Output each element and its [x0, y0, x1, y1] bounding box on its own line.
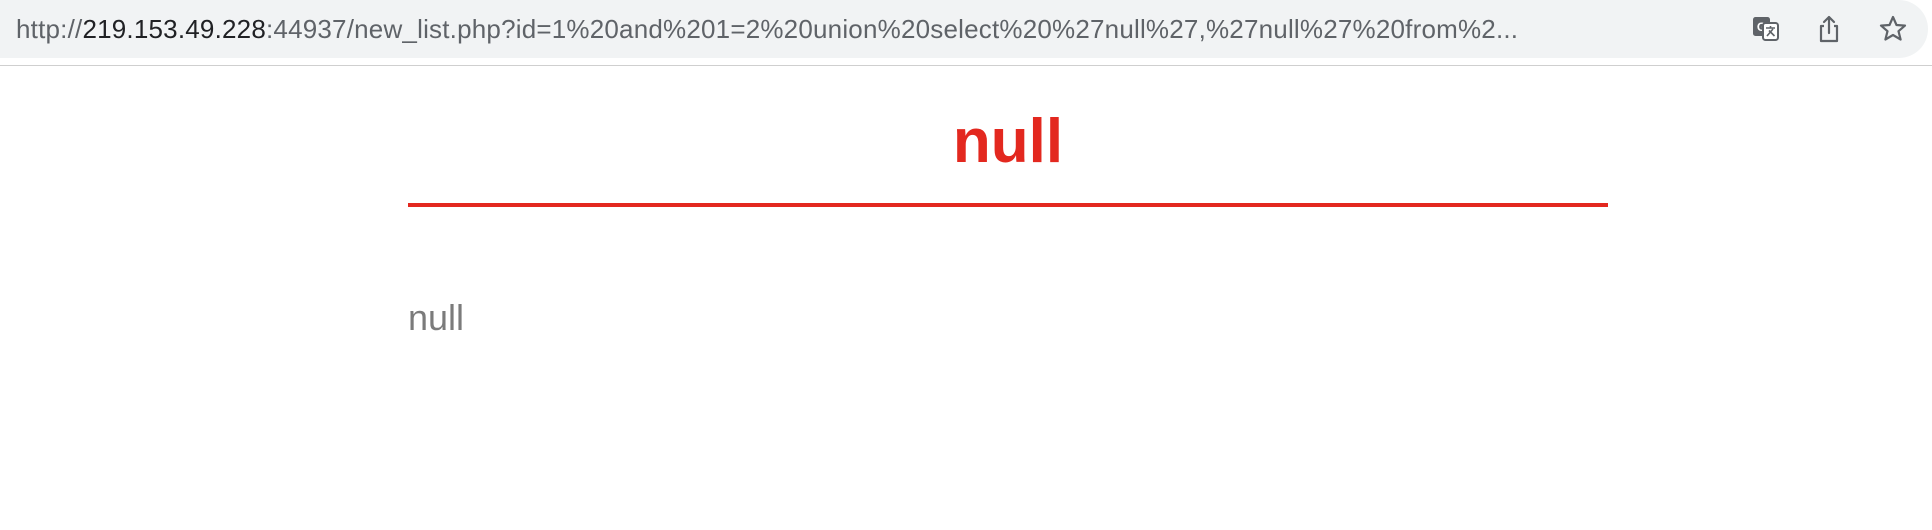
url-host: 219.153.49.228: [82, 14, 266, 44]
translate-icon[interactable]: G: [1748, 11, 1784, 47]
bookmark-star-icon[interactable]: [1875, 11, 1911, 47]
url-path: :44937/new_list.php?id=1%20and%201=2%20u…: [265, 14, 1519, 44]
url-field[interactable]: http://219.153.49.228:44937/new_list.php…: [16, 14, 1716, 44]
address-bar[interactable]: http://219.153.49.228:44937/new_list.php…: [0, 0, 1928, 58]
share-icon[interactable]: [1811, 11, 1847, 47]
title-divider: [408, 203, 1608, 207]
page-title: null: [952, 107, 1064, 176]
url-scheme: http://: [16, 14, 83, 44]
article-content: null: [408, 297, 465, 338]
browser-toolbar: http://219.153.49.228:44937/new_list.php…: [0, 0, 1932, 66]
